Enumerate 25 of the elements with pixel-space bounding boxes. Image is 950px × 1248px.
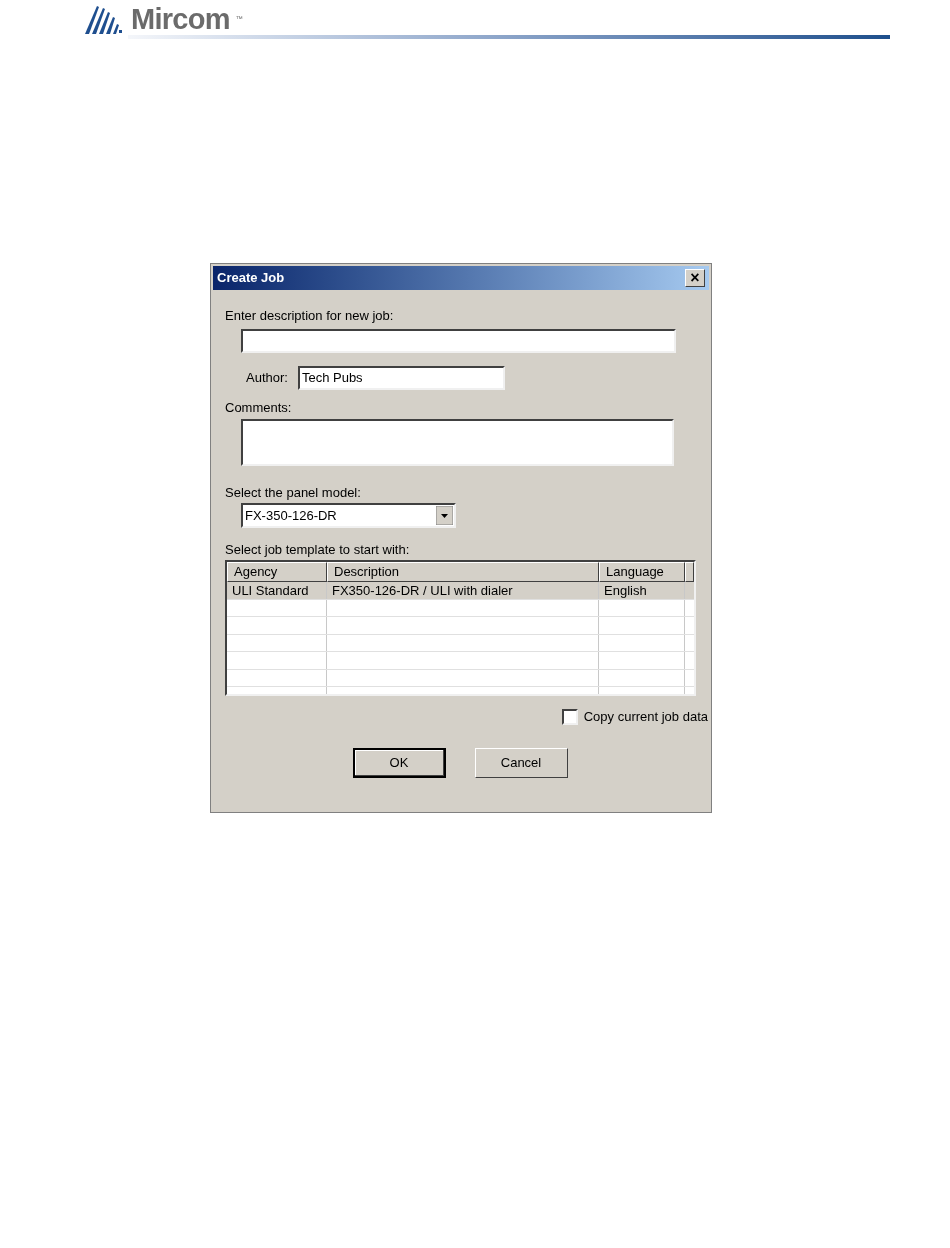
- field-label: Select job template to start with:: [225, 541, 411, 558]
- description-field[interactable]: [241, 329, 676, 353]
- table-row[interactable]: ULI Standard FX350-126-DR / ULI with dialer English: [227, 582, 694, 600]
- checkbox-label[interactable]: Copy current job data: [583, 707, 708, 727]
- dialog-button[interactable]: OK: [352, 747, 446, 778]
- comments-field[interactable]: [241, 419, 674, 466]
- brand-name: Mircom: [131, 4, 230, 34]
- table-cell: FX350-126-DR / ULI with dialer: [327, 582, 599, 599]
- column-header[interactable]: Description: [327, 562, 599, 582]
- field-label: Author:: [246, 369, 288, 388]
- author-field[interactable]: Tech Pubs: [297, 366, 505, 390]
- table-cell: English: [599, 582, 685, 599]
- field-label: Select the panel model:: [225, 484, 362, 501]
- field-label: Comments:: [225, 399, 293, 416]
- window-title: Create Job: [217, 269, 285, 288]
- field-label: Enter description for new job:: [225, 307, 395, 324]
- dialog-button[interactable]: Cancel: [474, 747, 568, 778]
- panel-model-dropdown[interactable]: FX-350-126-DR: [241, 503, 456, 528]
- column-header[interactable]: Language: [599, 562, 685, 582]
- dropdown-arrow-icon[interactable]: [436, 506, 453, 525]
- checkbox[interactable]: [561, 708, 578, 725]
- logo-stripes-icon: [85, 4, 125, 34]
- column-header[interactable]: Agency: [227, 562, 327, 582]
- close-button[interactable]: ×: [685, 269, 705, 287]
- table-cell: ULI Standard: [227, 582, 327, 599]
